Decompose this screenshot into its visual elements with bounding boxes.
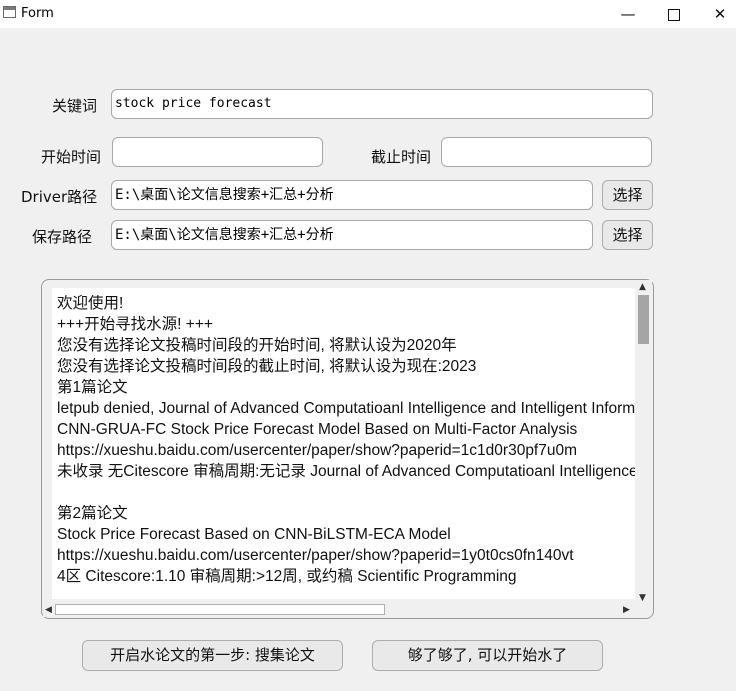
scroll-down-icon[interactable]: ▼ xyxy=(639,593,646,603)
app-window-icon xyxy=(3,6,16,18)
save-browse-button[interactable]: 选择 xyxy=(602,220,653,250)
log-line: +++开始寻找水源! +++ xyxy=(57,316,213,333)
log-line: 未收录 无Citescore 审稿周期:无记录 Journal of Advan… xyxy=(57,463,635,480)
scroll-left-icon[interactable]: ◀ xyxy=(45,605,52,615)
save-path-label: 保存路径 xyxy=(32,228,93,246)
scroll-up-icon[interactable]: ▲ xyxy=(639,282,646,292)
end-time-label: 截止时间 xyxy=(371,148,432,166)
log-line: 4区 Citescore:1.10 审稿周期:>12周, 或约稿 Scienti… xyxy=(57,568,517,585)
log-line: 第1篇论文 xyxy=(57,379,128,396)
horizontal-scroll-thumb[interactable] xyxy=(55,604,385,615)
log-text: 欢迎使用! +++开始寻找水源! +++ 您没有选择论文投稿时间段的开始时间, 将默… xyxy=(57,293,635,599)
log-line: 您没有选择论文投稿时间段的开始时间, 将默认设为2020年 xyxy=(57,337,457,354)
keyword-input[interactable]: stock price forecast xyxy=(111,89,653,119)
end-time-input[interactable] xyxy=(441,137,652,167)
collect-papers-button[interactable]: 开启水论文的第一步: 搜集论文 xyxy=(82,640,343,671)
start-writing-button[interactable]: 够了够了, 可以开始水了 xyxy=(372,640,603,671)
horizontal-scrollbar[interactable]: ◀ ▶ xyxy=(43,603,635,617)
maximize-icon xyxy=(668,9,680,21)
driver-path-label: Driver路径 xyxy=(21,188,98,206)
log-line: https://xueshu.baidu.com/usercenter/pape… xyxy=(57,547,574,564)
vertical-scroll-thumb[interactable] xyxy=(638,295,649,344)
close-button[interactable]: ✕ xyxy=(697,0,736,28)
log-line: CNN-GRUA-FC Stock Price Forecast Model B… xyxy=(57,421,578,438)
log-line: letpub denied, Journal of Advanced Compu… xyxy=(57,400,635,417)
log-line: https://xueshu.baidu.com/usercenter/pape… xyxy=(57,442,578,459)
vertical-scrollbar[interactable]: ▲ ▼ xyxy=(635,280,652,604)
start-time-input[interactable] xyxy=(112,137,323,167)
maximize-button[interactable] xyxy=(651,0,697,28)
driver-browse-button[interactable]: 选择 xyxy=(602,180,653,210)
log-output[interactable]: 欢迎使用! +++开始寻找水源! +++ 您没有选择论文投稿时间段的开始时间, 将默… xyxy=(52,288,635,599)
keyword-label: 关键词 xyxy=(52,97,98,115)
start-time-label: 开始时间 xyxy=(41,148,102,166)
driver-path-input[interactable]: E:\桌面\论文信息搜索+汇总+分析 xyxy=(111,180,593,210)
window-title: Form xyxy=(21,6,54,21)
minimize-button[interactable]: — xyxy=(605,0,651,28)
title-bar: Form — ✕ xyxy=(0,0,736,28)
log-line: Stock Price Forecast Based on CNN-BiLSTM… xyxy=(57,526,451,543)
log-line: 欢迎使用! xyxy=(57,295,124,312)
log-line: 您没有选择论文投稿时间段的截止时间, 将默认设为现在:2023 xyxy=(57,358,477,375)
log-line: 第2篇论文 xyxy=(57,505,128,522)
scroll-right-icon[interactable]: ▶ xyxy=(623,605,630,615)
save-path-input[interactable]: E:\桌面\论文信息搜索+汇总+分析 xyxy=(111,220,593,250)
